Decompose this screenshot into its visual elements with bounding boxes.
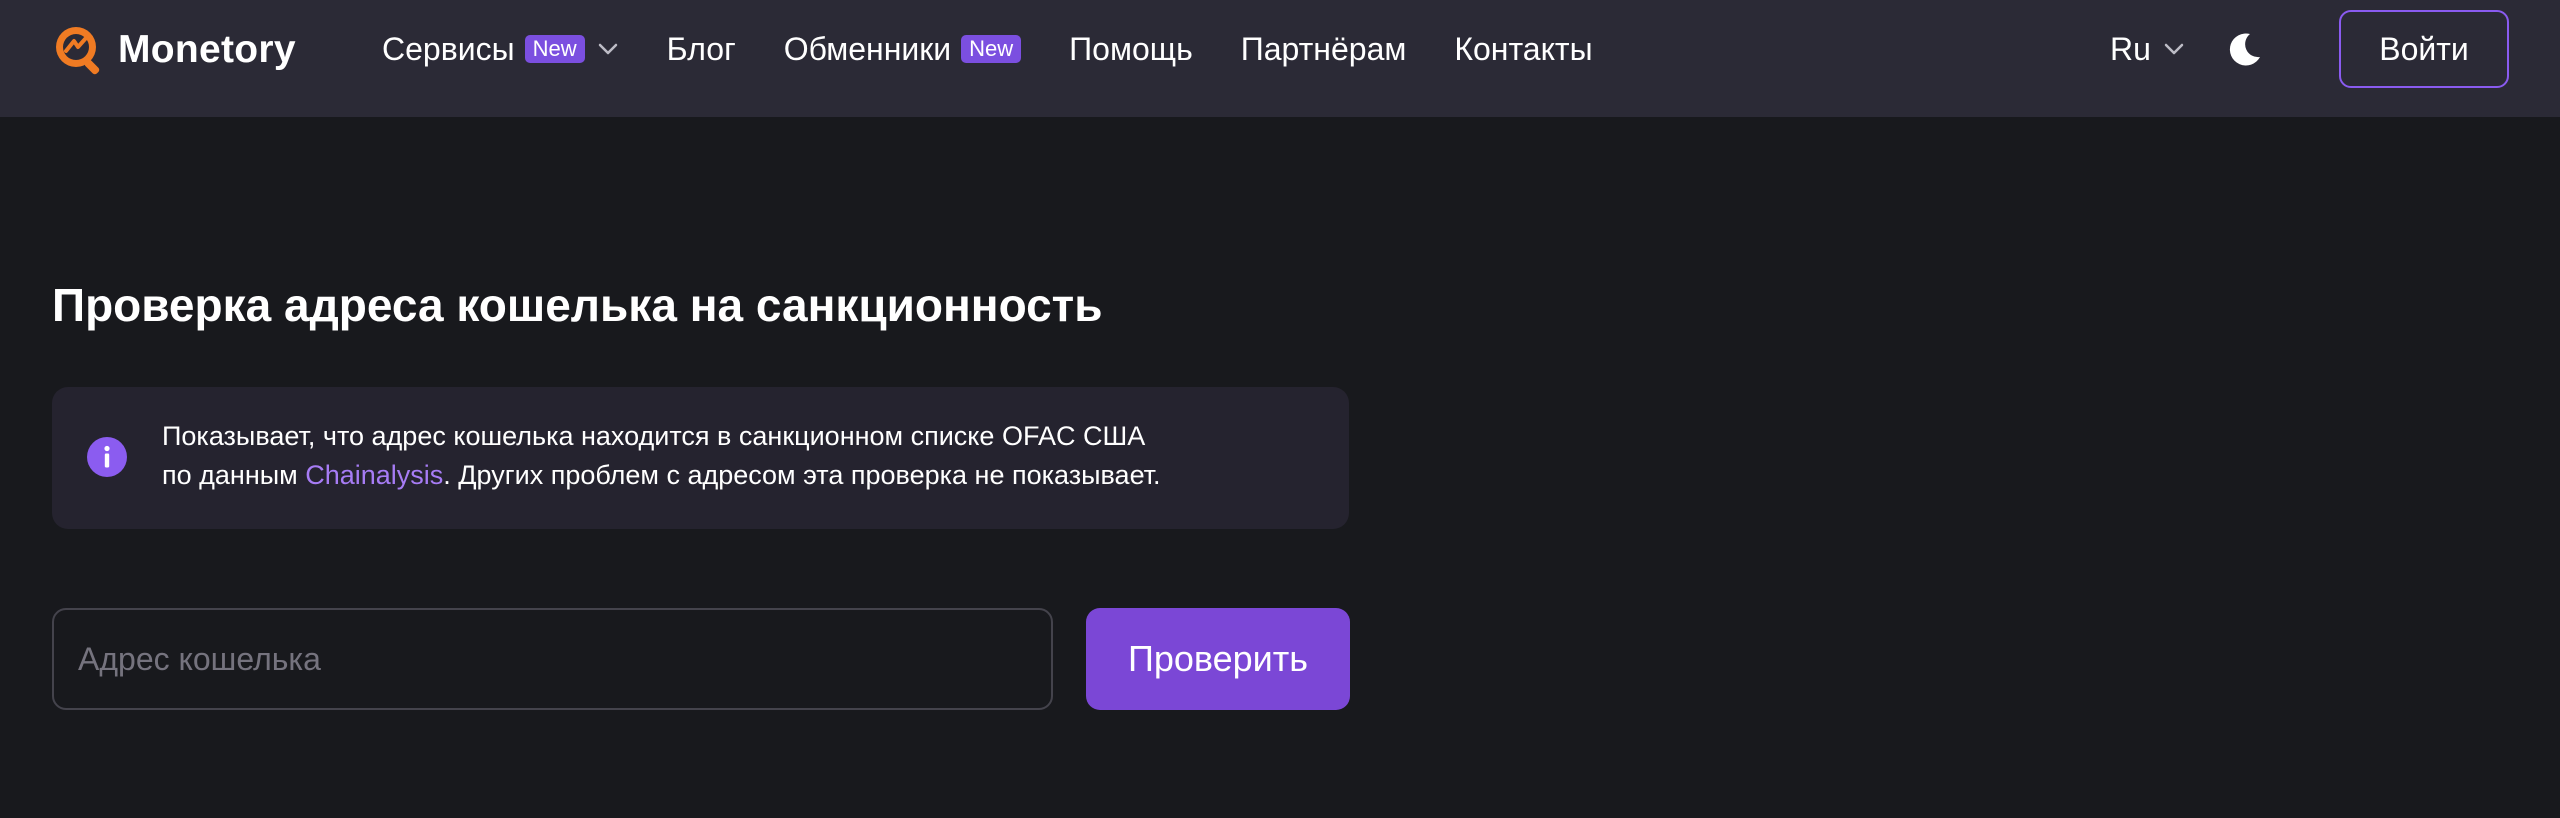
nav-item-services[interactable]: Сервисы New bbox=[382, 26, 619, 72]
nav-item-partners[interactable]: Партнёрам bbox=[1241, 26, 1407, 72]
nav-item-label: Обменники bbox=[783, 30, 952, 67]
nav-item-label: Помощь bbox=[1069, 30, 1193, 67]
info-icon bbox=[87, 437, 127, 477]
language-selector[interactable]: Ru bbox=[2110, 26, 2185, 72]
nav-item-exchangers[interactable]: Обменники New bbox=[783, 26, 1022, 72]
nav-item-label: Сервисы bbox=[382, 30, 515, 67]
new-badge: New bbox=[961, 35, 1022, 63]
chainalysis-link[interactable]: Chainalysis bbox=[305, 460, 443, 490]
wallet-address-input[interactable] bbox=[52, 608, 1053, 710]
check-button[interactable]: Проверить bbox=[1086, 608, 1350, 710]
brand-logo[interactable]: Monetory bbox=[52, 22, 296, 78]
top-navbar: Monetory Сервисы New Блог Обменники New … bbox=[0, 0, 2560, 117]
main-nav: Сервисы New Блог Обменники New Помощь Па… bbox=[382, 26, 1593, 72]
nav-item-label: Блог bbox=[666, 30, 736, 67]
moon-icon[interactable] bbox=[2224, 30, 2264, 70]
nav-item-label: Контакты bbox=[1454, 30, 1593, 67]
new-badge: New bbox=[524, 35, 585, 63]
nav-item-blog[interactable]: Блог bbox=[667, 26, 736, 72]
nav-item-help[interactable]: Помощь bbox=[1069, 26, 1193, 72]
nav-item-contacts[interactable]: Контакты bbox=[1454, 26, 1592, 72]
info-text: Показывает, что адрес кошелька находится… bbox=[162, 417, 1312, 495]
monetory-logo-icon bbox=[56, 27, 100, 75]
brand-name: Monetory bbox=[118, 28, 296, 71]
info-notice: Показывает, что адрес кошелька находится… bbox=[52, 387, 1349, 529]
info-line-2-prefix: по данным bbox=[162, 460, 306, 490]
chevron-down-icon bbox=[598, 43, 617, 55]
page-title: Проверка адреса кошелька на санкционност… bbox=[52, 279, 1103, 331]
nav-item-label: Партнёрам bbox=[1240, 30, 1407, 67]
info-line-2-suffix: . Других проблем с адресом эта проверка … bbox=[443, 460, 1161, 490]
language-label: Ru bbox=[2110, 30, 2151, 67]
chevron-down-icon bbox=[2164, 43, 2184, 55]
login-button[interactable]: Войти bbox=[2339, 10, 2509, 88]
info-line-1: Показывает, что адрес кошелька находится… bbox=[162, 421, 1146, 451]
